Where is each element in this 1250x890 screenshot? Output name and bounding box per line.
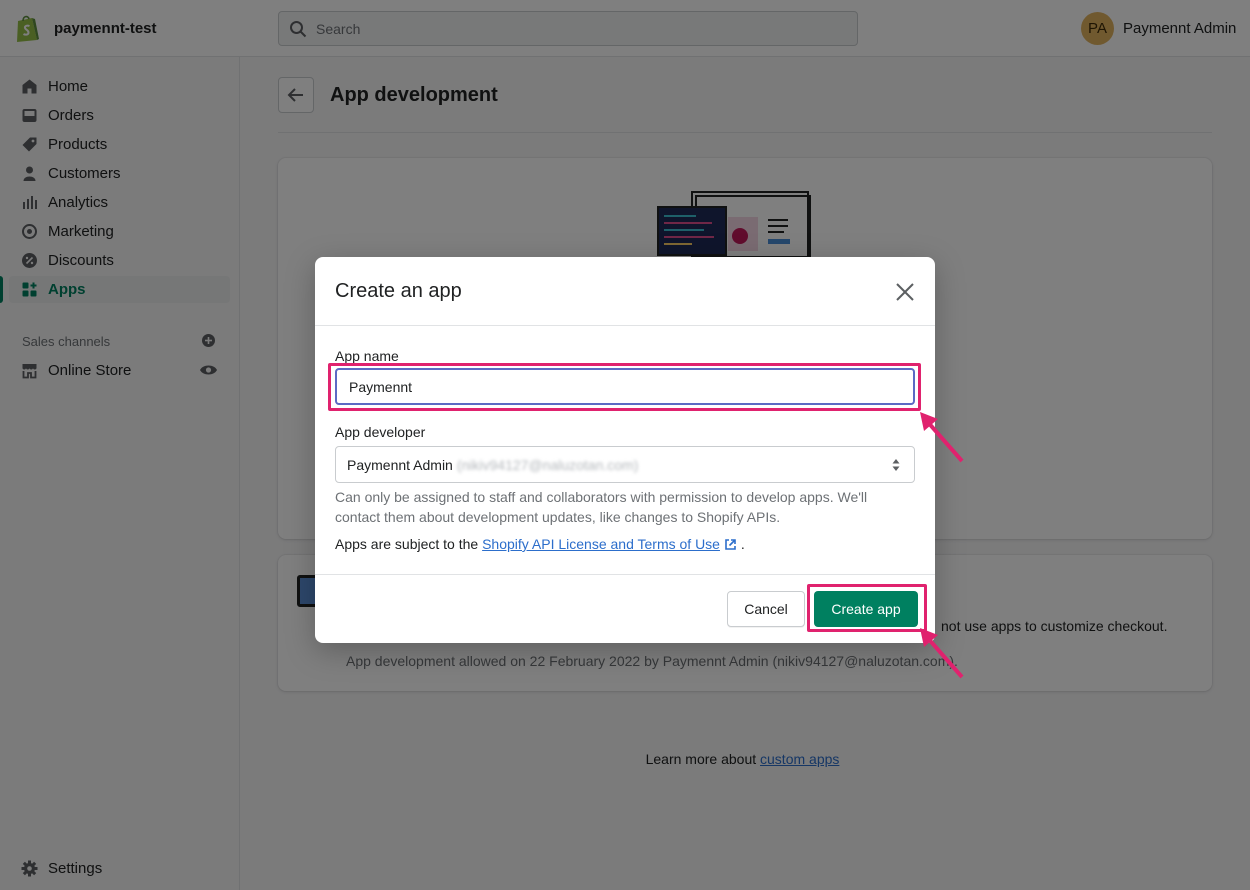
pointer-arrow-1 — [920, 412, 964, 463]
button-highlight-box — [807, 584, 927, 632]
app-developer-label: App developer — [335, 424, 426, 440]
modal-title: Create an app — [335, 280, 462, 302]
app-developer-select[interactable]: Paymennt Admin (nikiv94127@naluzotan.com) — [335, 446, 915, 483]
create-app-modal: Create an app App name Paymennt App deve… — [315, 257, 935, 643]
developer-name: Paymennt Admin — [347, 457, 453, 473]
terms-suffix: . — [736, 536, 745, 552]
cancel-button[interactable]: Cancel — [727, 591, 805, 627]
developer-email-blurred: (nikiv94127@naluzotan.com) — [456, 457, 639, 473]
external-link-icon[interactable] — [724, 538, 737, 551]
app-name-label: App name — [335, 348, 399, 364]
modal-footer-divider — [315, 574, 935, 575]
modal-header: Create an app — [315, 257, 935, 326]
terms-prefix: Apps are subject to the — [335, 536, 483, 552]
pointer-arrow-2 — [920, 628, 964, 679]
developer-help-text: Can only be assigned to staff and collab… — [335, 489, 868, 525]
terms-link[interactable]: Shopify API License and Terms of Use — [482, 536, 720, 552]
close-icon[interactable] — [893, 280, 917, 304]
input-highlight-box — [328, 363, 921, 411]
terms-text: Apps are subject to the Shopify API Lice… — [335, 536, 745, 552]
app-developer-value: Paymennt Admin (nikiv94127@naluzotan.com) — [347, 457, 638, 473]
select-arrows-icon — [892, 459, 900, 471]
